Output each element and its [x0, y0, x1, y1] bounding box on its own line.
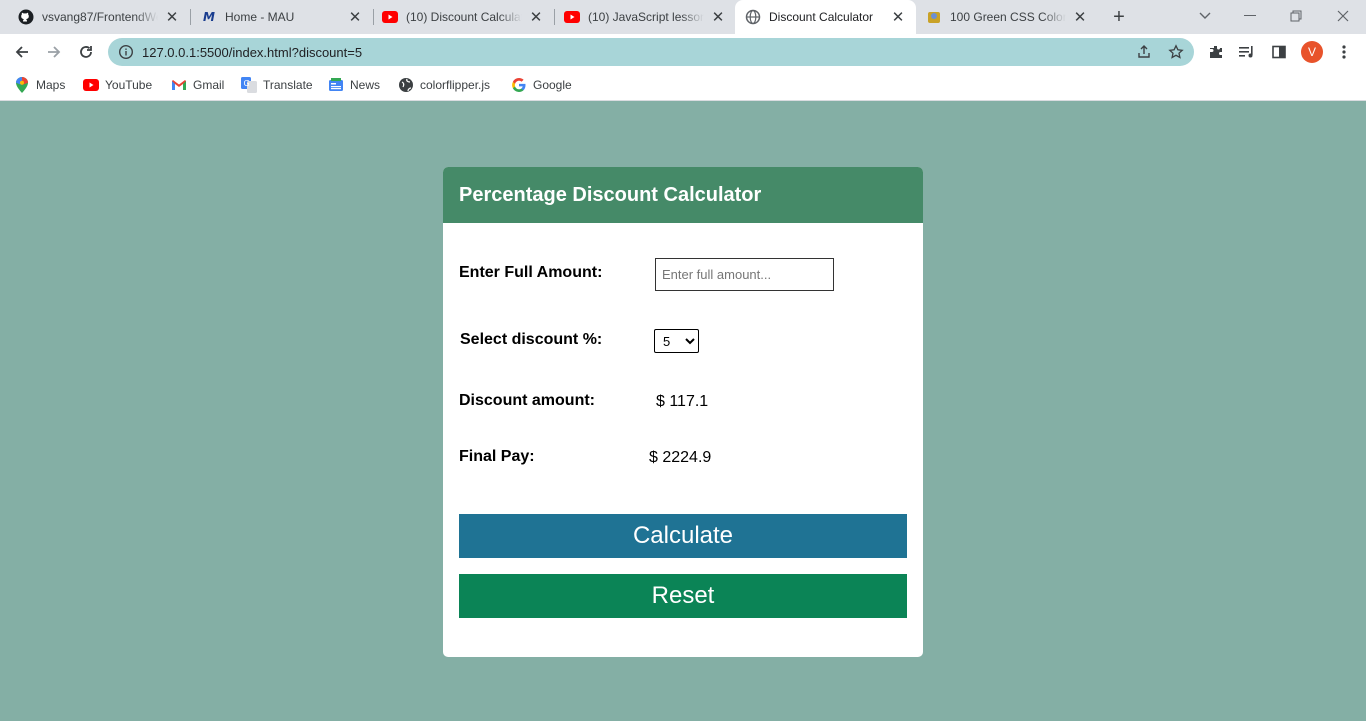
close-icon[interactable]: ✕	[1072, 9, 1088, 26]
close-icon[interactable]: ✕	[710, 9, 726, 26]
reset-button[interactable]: Reset	[459, 574, 907, 618]
discount-select[interactable]: 5	[654, 329, 699, 353]
tab-search-icon[interactable]	[1193, 4, 1217, 28]
discount-amount-value: $ 117.1	[656, 393, 709, 410]
gmail-icon	[171, 77, 187, 93]
minimize-icon[interactable]	[1238, 4, 1262, 28]
globe-icon	[398, 77, 414, 93]
bookmark-label: YouTube	[105, 78, 153, 92]
share-icon[interactable]	[1136, 44, 1152, 60]
browser-toolbar: 127.0.0.1:5500/index.html?discount=5 V	[0, 34, 1366, 70]
card-header: Percentage Discount Calculator	[443, 167, 923, 223]
page-title: Percentage Discount Calculator	[459, 184, 762, 206]
youtube-icon	[382, 9, 398, 25]
bookmark-youtube[interactable]: YouTube	[83, 76, 152, 94]
tab-title: Discount Calculator	[769, 10, 874, 24]
profile-avatar[interactable]: V	[1301, 41, 1323, 63]
menu-kebab-icon[interactable]	[1335, 43, 1353, 61]
calculate-button[interactable]: Calculate	[459, 514, 907, 558]
side-panel-icon[interactable]	[1270, 43, 1288, 61]
tab-youtube-discount[interactable]: (10) Discount Calculat ✕	[364, 0, 554, 34]
tab-strip: vsvang87/FrontendWe ✕ M Home - MAU ✕ (10…	[0, 0, 1366, 34]
bookmark-colorflipper[interactable]: colorflipper.js	[398, 76, 490, 94]
bookmark-google[interactable]: Google	[511, 76, 572, 94]
extensions-icon[interactable]	[1207, 43, 1225, 61]
bookmark-maps[interactable]: Maps	[14, 76, 65, 94]
bookmark-label: Maps	[36, 78, 66, 92]
tab-title: (10) JavaScript lesson	[588, 10, 704, 24]
maps-icon	[14, 77, 30, 93]
tab-home-mau[interactable]: M Home - MAU ✕	[183, 0, 373, 34]
bookmark-gmail[interactable]: Gmail	[171, 76, 224, 94]
bookmark-label: Gmail	[193, 78, 225, 92]
discount-amount-label: Discount amount:	[459, 392, 595, 409]
forward-icon[interactable]	[41, 39, 67, 65]
back-icon[interactable]	[9, 39, 35, 65]
translate-icon: G	[241, 77, 257, 93]
media-control-icon[interactable]	[1238, 43, 1256, 61]
tab-discount-calculator[interactable]: Discount Calculator ✕	[735, 0, 916, 34]
google-icon	[511, 77, 527, 93]
site-icon	[926, 9, 942, 25]
bookmark-label: Translate	[263, 78, 313, 92]
github-icon	[18, 9, 34, 25]
amount-input[interactable]	[655, 258, 834, 291]
youtube-icon	[564, 9, 580, 25]
tab-title: 100 Green CSS Color I	[950, 10, 1066, 24]
site-info-icon[interactable]	[118, 44, 134, 60]
bookmark-star-icon[interactable]	[1168, 44, 1184, 60]
new-tab-button[interactable]: +	[1108, 6, 1130, 28]
tab-title: Home - MAU	[225, 10, 295, 24]
amount-label: Enter Full Amount:	[459, 264, 603, 281]
tab-title: vsvang87/FrontendWe	[42, 10, 158, 24]
close-icon[interactable]: ✕	[528, 9, 544, 26]
globe-icon	[745, 9, 761, 25]
news-icon	[328, 77, 344, 93]
tab-youtube-javascript[interactable]: (10) JavaScript lesson ✕	[546, 0, 736, 34]
calculator-card: Percentage Discount Calculator Enter Ful…	[443, 167, 923, 657]
discount-label: Select discount %:	[460, 331, 603, 348]
svg-text:G: G	[244, 79, 250, 88]
youtube-icon	[83, 77, 99, 93]
close-icon[interactable]: ✕	[347, 9, 363, 26]
bookmarks-bar: Maps YouTube Gmail G Translate News colo…	[0, 70, 1366, 101]
bookmark-label: News	[350, 78, 381, 92]
tab-green-css-colors[interactable]: 100 Green CSS Color I ✕	[908, 0, 1098, 34]
bookmark-label: Google	[533, 78, 572, 92]
bookmark-label: colorflipper.js	[420, 78, 491, 92]
close-icon[interactable]: ✕	[164, 9, 180, 26]
mau-logo-icon: M	[203, 10, 215, 24]
bookmark-translate[interactable]: G Translate	[241, 76, 313, 94]
final-pay-value: $ 2224.9	[649, 449, 712, 466]
address-bar[interactable]: 127.0.0.1:5500/index.html?discount=5	[108, 38, 1194, 66]
bookmark-news[interactable]: News	[328, 76, 380, 94]
url-text[interactable]: 127.0.0.1:5500/index.html?discount=5	[142, 45, 362, 60]
final-pay-label: Final Pay:	[459, 448, 535, 465]
close-icon[interactable]: ✕	[890, 9, 906, 26]
tab-title: (10) Discount Calculat	[406, 10, 522, 24]
close-window-icon[interactable]	[1331, 4, 1355, 28]
reload-icon[interactable]	[73, 39, 99, 65]
tab-github[interactable]: vsvang87/FrontendWe ✕	[0, 0, 190, 34]
restore-icon[interactable]	[1284, 4, 1308, 28]
